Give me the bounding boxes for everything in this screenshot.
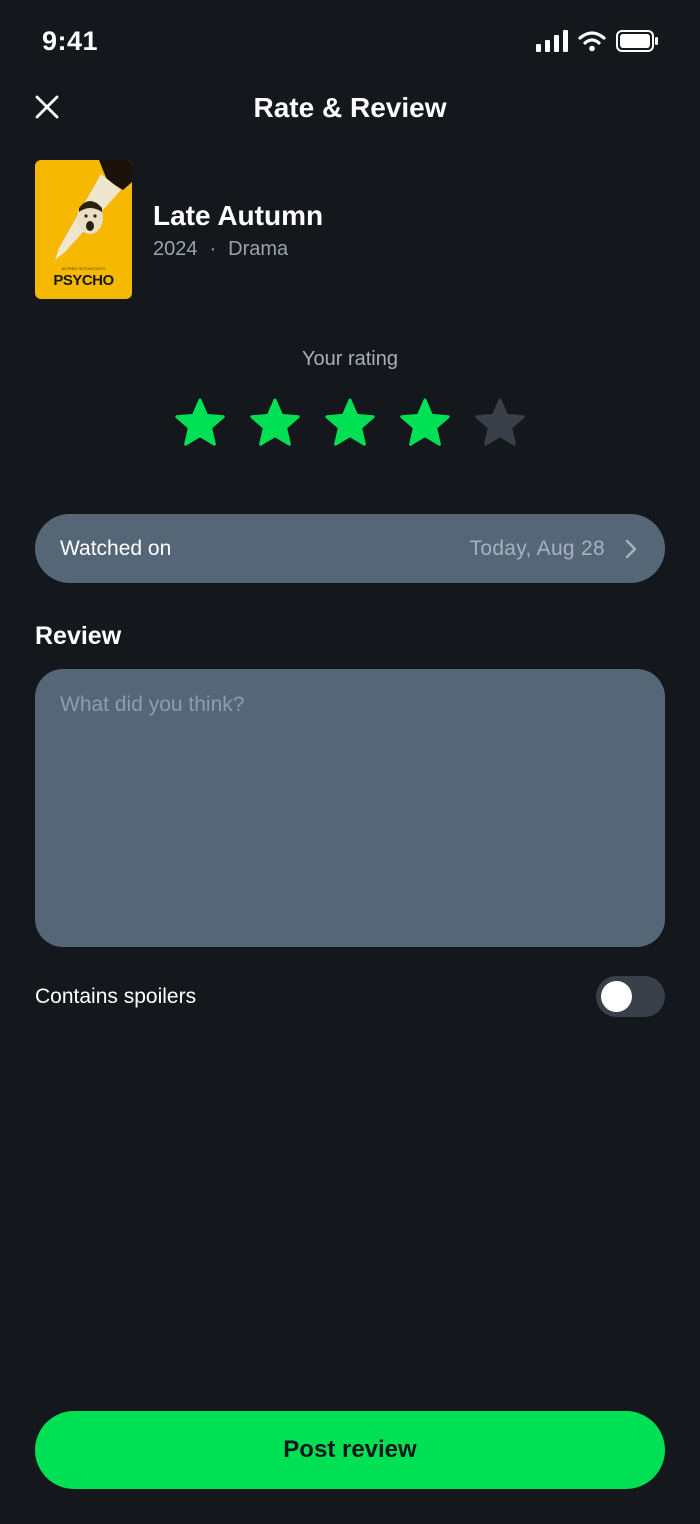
cellular-signal-icon bbox=[536, 30, 568, 52]
watched-on-row[interactable]: Watched on Today, Aug 28 bbox=[35, 514, 665, 583]
review-label: Review bbox=[35, 622, 122, 650]
star-filled-icon[interactable] bbox=[173, 397, 227, 451]
movie-poster: ALFRED HITCHCOCK'S PSYCHO bbox=[35, 160, 132, 299]
meta-separator: · bbox=[209, 238, 217, 260]
poster-title: PSYCHO bbox=[53, 272, 114, 289]
star-rating bbox=[0, 397, 700, 451]
rating-label: Your rating bbox=[302, 348, 398, 370]
movie-meta: 2024 · Drama bbox=[153, 238, 288, 261]
toggle-knob bbox=[601, 981, 632, 1012]
watched-on-date: Today, Aug 28 bbox=[469, 537, 605, 560]
poster-credit: ALFRED HITCHCOCK'S bbox=[61, 266, 106, 271]
movie-title: Late Autumn bbox=[153, 200, 324, 231]
header: Rate & Review bbox=[0, 88, 700, 128]
spoilers-toggle[interactable] bbox=[596, 976, 665, 1017]
movie-year: 2024 bbox=[153, 238, 198, 260]
star-empty-icon[interactable] bbox=[473, 397, 527, 451]
chevron-right-icon bbox=[625, 539, 637, 559]
post-review-button[interactable]: Post review bbox=[35, 1411, 665, 1489]
watched-on-label: Watched on bbox=[60, 537, 172, 560]
movie-genre: Drama bbox=[228, 238, 289, 260]
star-filled-icon[interactable] bbox=[398, 397, 452, 451]
spoilers-label: Contains spoilers bbox=[35, 985, 197, 1008]
page-title: Rate & Review bbox=[253, 92, 447, 123]
status-icons bbox=[536, 30, 658, 52]
star-filled-icon[interactable] bbox=[248, 397, 302, 451]
wifi-icon bbox=[578, 31, 606, 52]
star-filled-icon[interactable] bbox=[323, 397, 377, 451]
battery-icon bbox=[616, 30, 658, 52]
status-bar: 9:41 bbox=[0, 0, 700, 88]
movie-info: ALFRED HITCHCOCK'S PSYCHO Late Autumn 20… bbox=[35, 160, 665, 300]
review-textarea[interactable] bbox=[35, 669, 665, 947]
status-time: 9:41 bbox=[42, 26, 99, 56]
